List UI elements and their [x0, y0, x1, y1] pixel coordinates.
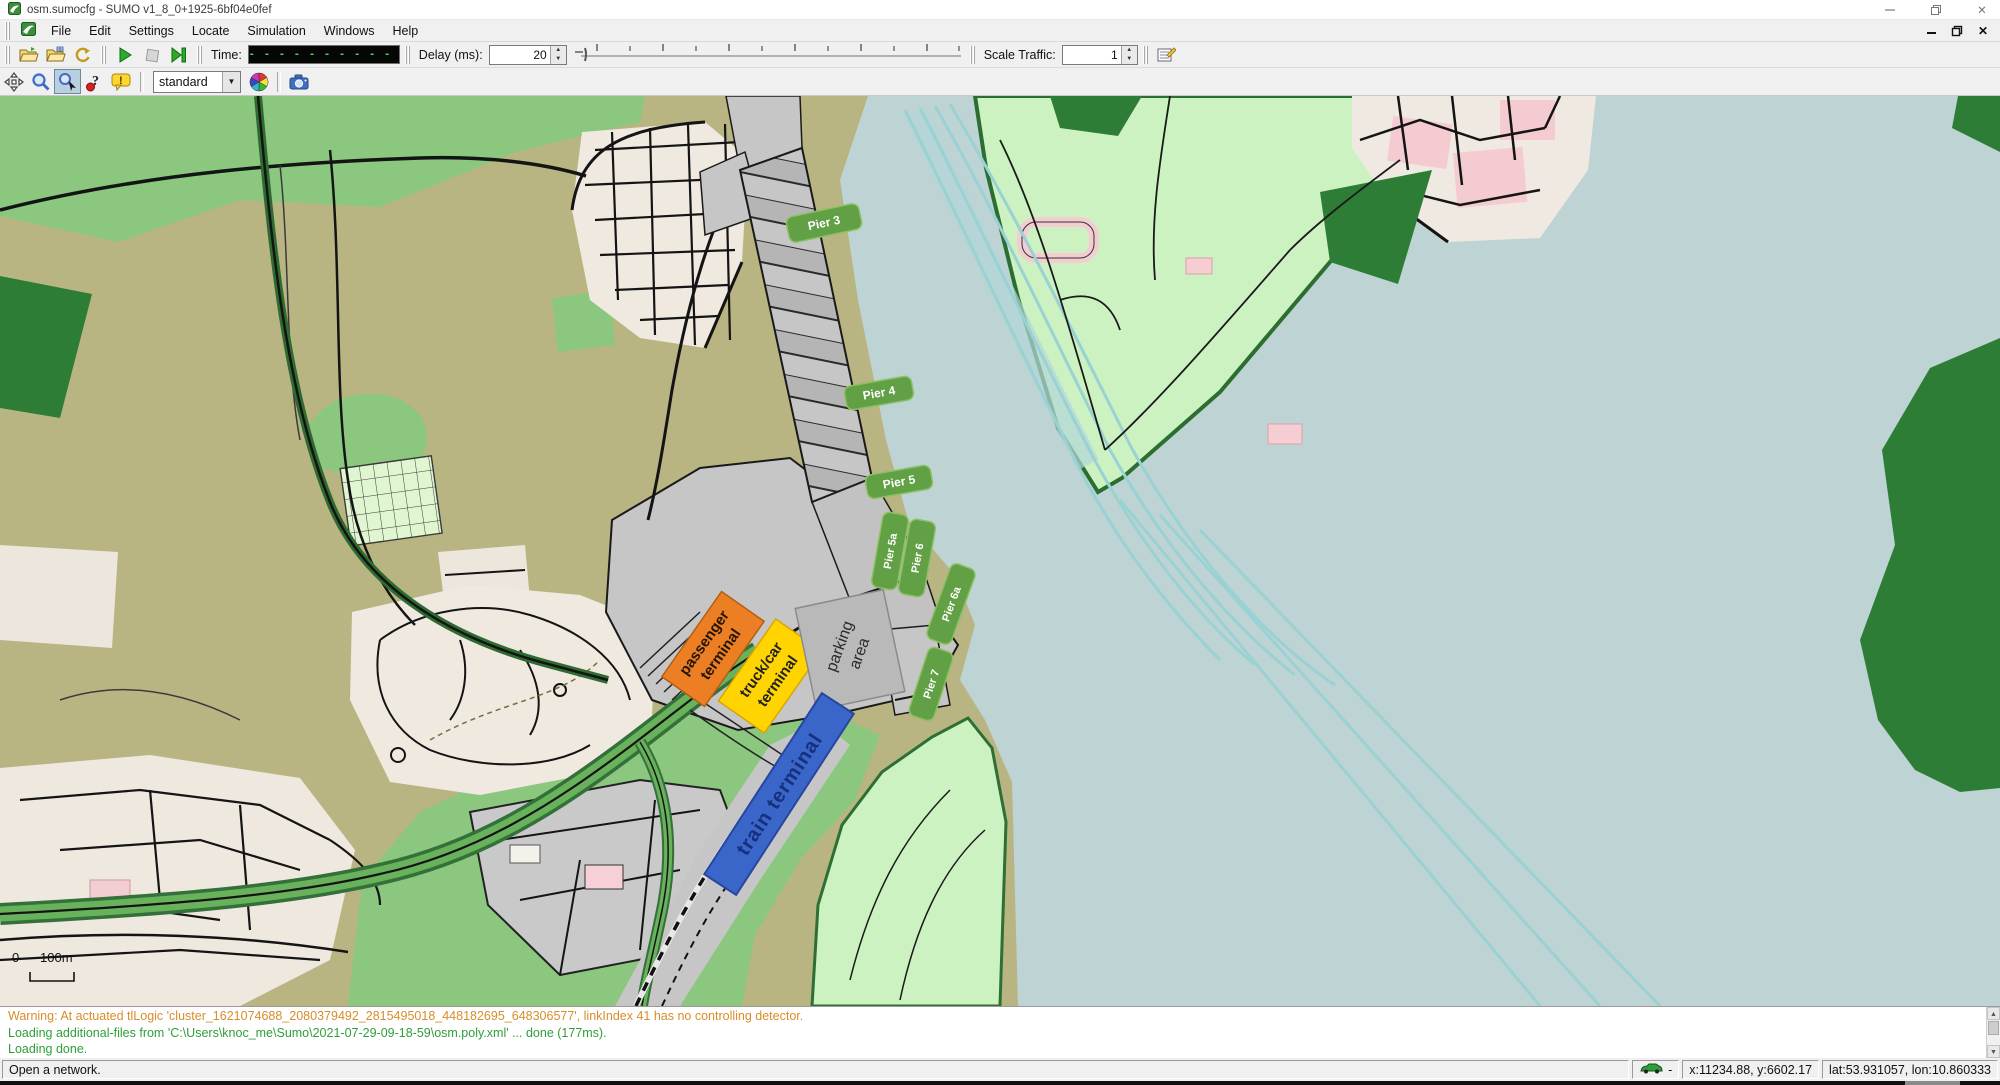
svg-text:!: !: [119, 75, 123, 87]
scale-spin-down[interactable]: ▼: [1122, 55, 1137, 64]
mdi-close-button[interactable]: ✕: [1972, 22, 1994, 39]
message-log[interactable]: Warning: At actuated tlLogic 'cluster_16…: [0, 1006, 1986, 1058]
log-line-done: Loading done.: [8, 1041, 1986, 1058]
delay-spinbox[interactable]: 20 ▲ ▼: [489, 45, 567, 65]
toolbar-grip[interactable]: [970, 46, 975, 64]
step-button[interactable]: [165, 42, 192, 67]
window-close-button[interactable]: ✕: [1974, 2, 1990, 18]
time-label: Time:: [211, 48, 242, 62]
map-allotments: [340, 456, 442, 546]
mdi-app-icon: [21, 22, 36, 39]
status-coords-xy: x:11234.88, y:6602.17: [1682, 1060, 1819, 1079]
window-title: osm.sumocfg - SUMO v1_8_0+1925-6bf04e0fe…: [27, 4, 272, 16]
menu-settings[interactable]: Settings: [120, 22, 183, 40]
combobox-dropdown-icon[interactable]: ▼: [222, 72, 240, 92]
menu-locate[interactable]: Locate: [183, 22, 239, 40]
view-toolbar: ? ! standard ▼: [0, 68, 2000, 96]
toolbar-grip[interactable]: [405, 46, 410, 64]
car-icon: [1639, 1061, 1664, 1079]
toolbar-grip[interactable]: [197, 46, 202, 64]
menu-help[interactable]: Help: [384, 22, 428, 40]
mdi-restore-button[interactable]: [1946, 22, 1968, 39]
menu-file[interactable]: File: [42, 22, 80, 40]
toolbar-grip[interactable]: [1143, 46, 1148, 64]
stop-button[interactable]: [138, 42, 165, 67]
menubar-grip[interactable]: [5, 22, 10, 40]
window-minimize-button[interactable]: [1882, 2, 1898, 18]
zoom-icon[interactable]: [27, 69, 54, 94]
log-line-warning: Warning: At actuated tlLogic 'cluster_16…: [8, 1008, 1986, 1025]
screenshot-camera-button[interactable]: [286, 69, 313, 94]
log-line-loading: Loading additional-files from 'C:\Users\…: [8, 1025, 1986, 1042]
scale-traffic-value[interactable]: 1: [1063, 46, 1121, 64]
menu-bar: File Edit Settings Locate Simulation Win…: [0, 20, 2000, 42]
toolbar-separator: [277, 72, 281, 92]
menu-edit[interactable]: Edit: [80, 22, 120, 40]
vehicle-count-panel[interactable]: -: [1632, 1060, 1679, 1079]
message-warning-icon[interactable]: !: [108, 69, 135, 94]
edit-breakpoints-button[interactable]: [1153, 42, 1180, 67]
time-lcd-display: - - - - - - - - - - - - - -: [248, 45, 400, 64]
locate-help-button[interactable]: ?: [81, 69, 108, 94]
scale-zero-label: 0: [12, 950, 19, 965]
window-restore-button[interactable]: [1928, 2, 1944, 18]
delay-spin-up[interactable]: ▲: [551, 46, 566, 55]
mdi-minimize-button[interactable]: [1920, 22, 1942, 39]
map-building-white: [510, 845, 540, 863]
title-bar: osm.sumocfg - SUMO v1_8_0+1925-6bf04e0fe…: [0, 0, 2000, 20]
open-simulation-button[interactable]: [15, 42, 42, 67]
map-building-pink: [585, 865, 623, 889]
edit-coloring-schemes-button[interactable]: [245, 69, 272, 94]
sumo-logo-icon: [8, 2, 21, 18]
delay-slider[interactable]: [573, 40, 965, 69]
menu-simulation[interactable]: Simulation: [238, 22, 314, 40]
color-scheme-value[interactable]: standard: [154, 75, 222, 89]
open-network-button[interactable]: [42, 42, 69, 67]
toolbar-grip[interactable]: [5, 46, 10, 64]
color-scheme-combobox[interactable]: standard ▼: [153, 71, 241, 93]
scale-traffic-label: Scale Traffic:: [984, 48, 1056, 62]
delay-label: Delay (ms):: [419, 48, 483, 62]
scroll-up-icon[interactable]: ▲: [1987, 1007, 2000, 1020]
main-toolbar: Time: - - - - - - - - - - - - - - Delay …: [0, 42, 2000, 68]
menu-windows[interactable]: Windows: [315, 22, 384, 40]
reload-button[interactable]: [69, 42, 96, 67]
map-canvas[interactable]: passenger terminal truck/car terminal pa…: [0, 96, 2000, 1006]
toolbar-grip[interactable]: [101, 46, 106, 64]
status-bar: Open a network. - x:11234.88, y:6602.17 …: [0, 1058, 2000, 1081]
delay-slider-thumb: [585, 48, 586, 61]
status-coords-latlon: lat:53.931057, lon:10.860333: [1822, 1060, 1998, 1079]
sumo-window: osm.sumocfg - SUMO v1_8_0+1925-6bf04e0fe…: [0, 0, 2000, 1085]
scale-traffic-spinbox[interactable]: 1 ▲ ▼: [1062, 45, 1138, 65]
map-residential-west: [0, 545, 118, 648]
delay-spin-down[interactable]: ▼: [551, 55, 566, 64]
scrollbar-thumb[interactable]: [1988, 1021, 1999, 1035]
status-message: Open a network.: [2, 1060, 1629, 1079]
scale-100m-label: 100m: [40, 950, 73, 965]
recenter-view-button[interactable]: [0, 69, 27, 94]
car-count-value: -: [1668, 1061, 1672, 1079]
log-scrollbar[interactable]: ▲ ▼: [1986, 1006, 2000, 1058]
window-bottom-edge: [0, 1081, 2000, 1085]
toolbar-separator: [140, 72, 144, 92]
run-button[interactable]: [111, 42, 138, 67]
scale-spin-up[interactable]: ▲: [1122, 46, 1137, 55]
scroll-down-icon[interactable]: ▼: [1987, 1045, 2000, 1058]
zoom-select-button[interactable]: [54, 69, 81, 94]
delay-value[interactable]: 20: [490, 46, 550, 64]
